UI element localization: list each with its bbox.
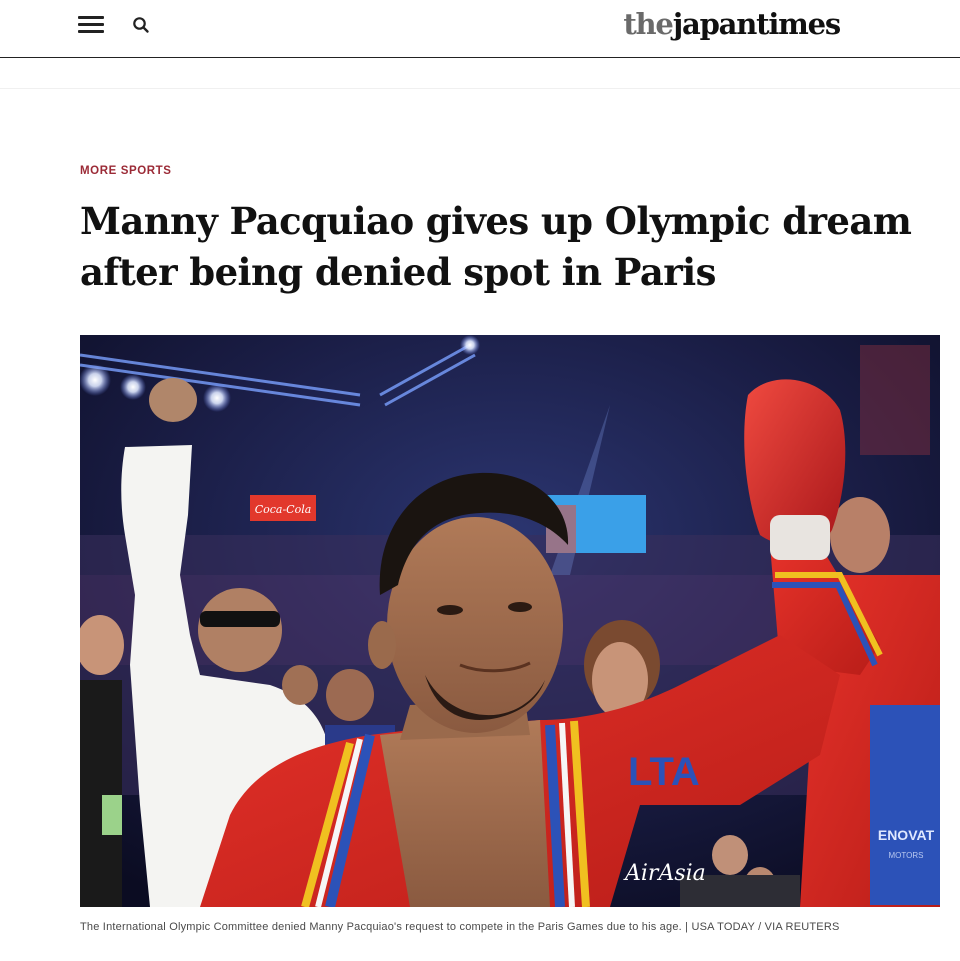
motors-banner: MOTORS: [889, 851, 924, 860]
hamburger-menu-icon[interactable]: [78, 14, 104, 36]
site-header: thejapantimes: [0, 0, 960, 58]
coca-cola-sign: Coca-Cola: [255, 503, 312, 516]
logo-main: japan: [672, 7, 758, 41]
header-divider: [0, 88, 960, 89]
article-photo: Coca-Cola ENOVAT MOTORS LTA AirAsia: [80, 335, 940, 907]
robe-text-lta: LTA: [628, 750, 700, 794]
robe-text-airasia: AirAsia: [623, 861, 706, 886]
logo-suffix: times: [756, 7, 841, 41]
section-link[interactable]: MORE SPORTS: [80, 165, 172, 177]
enovat-banner: ENOVAT: [878, 827, 935, 843]
photo-caption: The International Olympic Committee deni…: [80, 921, 840, 933]
search-icon[interactable]: [130, 14, 152, 36]
article-title: Manny Pacquiao gives up Olympic dream af…: [80, 199, 912, 294]
logo-prefix: the: [623, 7, 674, 41]
site-logo[interactable]: thejapantimes: [623, 4, 841, 44]
